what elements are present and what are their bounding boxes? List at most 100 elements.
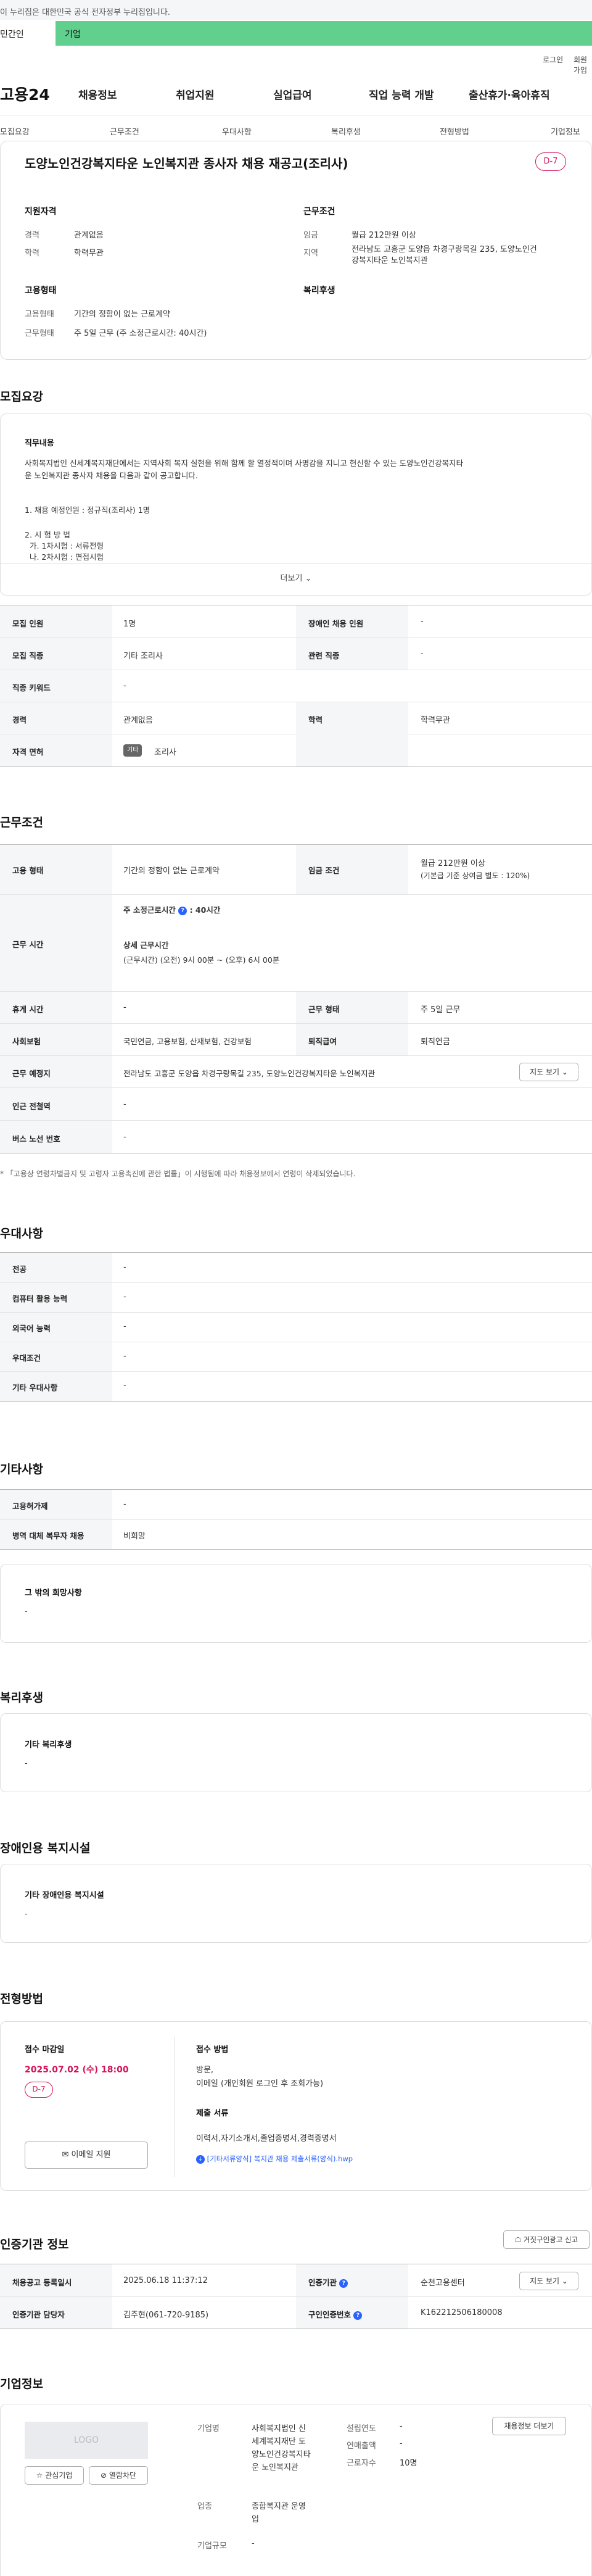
gnb-unemployment-benefit[interactable]: 실업급여	[273, 86, 312, 102]
tab-company[interactable]: 기업정보	[551, 125, 580, 137]
tab-preference[interactable]: 우대사항	[222, 125, 252, 137]
job-type-label: 모집 직종	[12, 651, 44, 660]
cert-reg-label: 채용공고 등록일시	[12, 2278, 72, 2287]
site-logo[interactable]: 고용24	[0, 83, 50, 105]
method-value-1: 방문,	[196, 2066, 214, 2075]
welfare-box-value: -	[25, 1759, 28, 1768]
disabled-fac-heading: 장애인용 복지시설	[0, 1842, 91, 1855]
license-label: 자격 면허	[12, 747, 44, 757]
row-divider	[0, 991, 592, 992]
join-link[interactable]: 회원가입	[574, 54, 592, 75]
summary-region-label: 지역	[303, 249, 318, 258]
cond-worktype-value: 주 5일 근무	[421, 1005, 461, 1015]
conditions-heading: 근무조건	[0, 816, 43, 829]
disabled-fac-box-heading: 기타 장애인용 복지시설	[25, 1891, 104, 1900]
info-icon[interactable]: ?	[339, 2279, 348, 2288]
row-divider	[0, 2296, 592, 2297]
pref-major-label: 전공	[12, 1265, 27, 1274]
job-title: 도양노인건강복지타운 노인복지관 종사자 채용 재공고(조리사)	[25, 156, 348, 171]
company-industry-label: 업종	[197, 2502, 212, 2511]
welfare-heading: 복리후생	[0, 1691, 43, 1705]
selection-heading: 전형방법	[0, 1992, 43, 2006]
summary-worktype-label: 근무형태	[25, 329, 54, 338]
duty-line-8: 나. 2차시험 : 면접시험	[25, 552, 104, 562]
company-name-line-3: 양노인건강복지타	[252, 2450, 311, 2459]
attachment-link[interactable]: ↓ [기타서류양식] 복지관 채용 제출서류(양식).hwp	[196, 2154, 353, 2164]
license-chip: 기타	[123, 744, 142, 757]
summary-wage-value: 월급 212만원 이상	[352, 231, 416, 240]
tab-conditions[interactable]: 근무조건	[110, 125, 139, 137]
favorite-company-button[interactable]: ☆ 관심기업	[25, 2466, 84, 2485]
summary-emptype-label: 고용형태	[25, 310, 54, 319]
cond-place-label: 근무 예정지	[12, 1069, 51, 1078]
recruit-heading: 모집요강	[0, 390, 43, 404]
gnb-parental-leave[interactable]: 출산휴가·육아휴직	[469, 86, 550, 102]
age-law-note: * 「고용상 연령차별금지 및 고령자 고용촉진에 관한 법률」이 시행됨에 따…	[0, 1170, 356, 1178]
attachment-icon: ↓	[196, 2154, 205, 2164]
chevron-down-icon: ⌄	[305, 574, 312, 583]
company-found-value: -	[400, 2422, 403, 2431]
company-industry-line-2: 업	[252, 2515, 259, 2524]
cert-map-button[interactable]: 지도 보기 ⌄	[519, 2272, 578, 2290]
company-size-value: -	[252, 2539, 255, 2548]
cond-map-button[interactable]: 지도 보기 ⌄	[519, 1063, 578, 1081]
company-size-label: 기업규모	[197, 2541, 227, 2551]
duty-line-4: 1. 채용 예정인원 : 정규직(조리사) 1명	[25, 505, 150, 515]
gnb-job-info[interactable]: 채용정보	[78, 86, 117, 102]
dday-badge: D-7	[535, 152, 566, 171]
company-logo-placeholder: LOGO	[25, 2422, 148, 2459]
duty-line-7: 가. 1차시험 : 서류전형	[25, 541, 104, 551]
pref-cond-label: 우대조건	[12, 1353, 41, 1363]
user-type-company[interactable]: 기업	[65, 28, 81, 40]
false-ad-report-button[interactable]: ☖ 거짓구인광고 신고	[503, 2230, 590, 2249]
row-divider	[0, 894, 592, 895]
company-name-line-4: 운 노인복지관	[252, 2463, 298, 2472]
summary-work-heading: 근무조건	[303, 207, 335, 217]
etc-other-box	[0, 1564, 592, 1643]
cert-heading: 인증기관 정보	[0, 2238, 69, 2251]
duty-line-2: 운 노인복지관 종사자 채용을 다음과 같이 공고합니다.	[25, 471, 198, 480]
gnb-vocational-training[interactable]: 직업 능력 개발	[369, 86, 434, 102]
cert-manager-value: 김주현(061-720-9185)	[123, 2311, 209, 2320]
user-type-individual[interactable]: 민간인	[0, 21, 56, 46]
company-emp-label: 근로자수	[347, 2459, 376, 2468]
cond-hours-detail-value: (근무시간) (오전) 9시 00분 ~ (오후) 6시 00분	[123, 955, 280, 965]
tab-selection[interactable]: 전형방법	[440, 125, 469, 137]
email-apply-button[interactable]: ✉ 이메일 지원	[25, 2142, 148, 2169]
cond-hours-main: 주 소정근로시간 ? : 40시간	[123, 905, 221, 915]
duty-more-button[interactable]: 더보기 ⌄	[0, 563, 592, 595]
company-industry-line-1: 종합복지관 운영	[252, 2502, 306, 2511]
career-label: 경력	[12, 715, 27, 725]
info-icon[interactable]: ?	[353, 2311, 363, 2320]
login-link[interactable]: 로그인	[543, 54, 563, 65]
company-jobs-more-button[interactable]: 채용정보 더보기	[492, 2417, 566, 2435]
preference-heading: 우대사항	[0, 1227, 43, 1240]
company-found-label: 설립연도	[347, 2424, 376, 2433]
summary-wage-label: 임금	[303, 231, 318, 240]
gnb-employment-support[interactable]: 취업지원	[176, 86, 215, 102]
user-type-bar: 민간인 기업	[0, 21, 592, 46]
summary-career-value: 관계없음	[74, 231, 104, 240]
tab-welfare[interactable]: 복리후생	[331, 125, 361, 137]
job-posting-page: { "gov_banner": {"text": "이 누리집은 대한민국 공식…	[0, 0, 592, 2576]
pref-cond-value: -	[123, 1352, 126, 1361]
pref-lang-label: 외국어 능력	[12, 1324, 51, 1333]
cond-retire-label: 퇴직급여	[308, 1037, 337, 1046]
tab-recruit[interactable]: 모집요강	[0, 125, 30, 137]
deadline-value: 2025.07.02 (수) 18:00	[25, 2065, 129, 2075]
cert-manager-label: 인증기관 담당자	[12, 2310, 65, 2319]
company-emp-value: 10명	[400, 2459, 417, 2468]
selection-divider	[174, 2037, 175, 2177]
cond-place-value: 전라남도 고흥군 도양읍 차경구랑목길 235, 도양노인건강복지타운 노인복지…	[123, 1069, 376, 1078]
summary-emptype-value: 기간의 정함이 없는 근로계약	[74, 310, 170, 319]
disabled-count-value: -	[421, 617, 424, 626]
row-divider	[0, 1312, 592, 1313]
company-sales-label: 연매출액	[347, 2441, 376, 2451]
info-icon[interactable]: ?	[178, 906, 187, 915]
related-job-value: -	[421, 649, 424, 659]
deadline-heading: 접수 마감일	[25, 2045, 65, 2055]
company-name-label: 기업명	[197, 2424, 220, 2433]
cond-subway-value: -	[123, 1100, 126, 1109]
cond-retire-value: 퇴직연금	[421, 1037, 450, 1047]
block-view-button[interactable]: ⊘ 열람차단	[89, 2466, 148, 2485]
